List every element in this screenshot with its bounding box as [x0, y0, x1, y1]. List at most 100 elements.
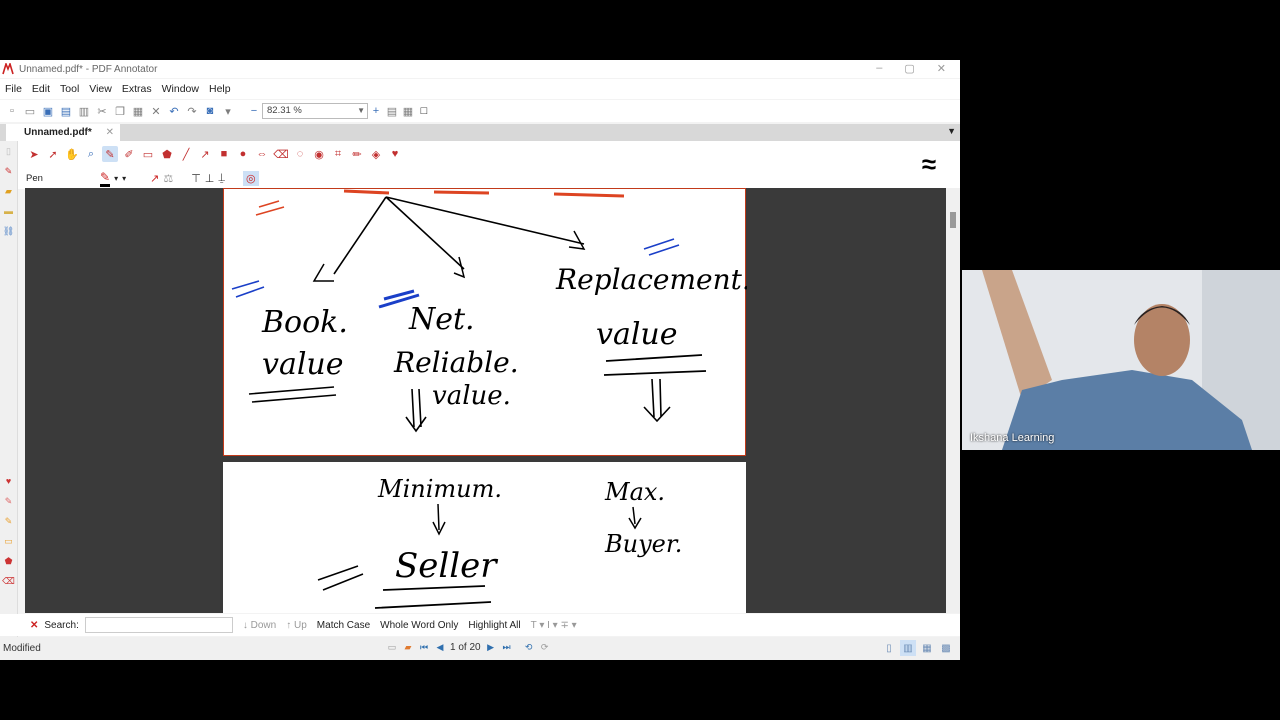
last-page-icon[interactable]: ⏭ [501, 641, 513, 653]
menu-help[interactable]: Help [204, 83, 236, 95]
rectangle-tool-icon[interactable]: ■ [216, 146, 232, 162]
camera-tool-icon[interactable]: ◉ [311, 146, 327, 162]
hw-replacement: Replacement. [555, 263, 747, 296]
continuous-view-icon[interactable]: ▥ [900, 640, 916, 656]
favorite-tool-icon[interactable]: ♥ [387, 146, 403, 162]
pdf-page-1[interactable]: Book. value Net. Reliable. value. Replac… [223, 188, 747, 456]
find-up-button[interactable]: ↑ Up [286, 620, 307, 631]
select-text-icon[interactable]: ➚ [45, 146, 61, 162]
menu-extras[interactable]: Extras [117, 83, 157, 95]
lasso-tool-icon[interactable]: ◌ [292, 146, 308, 162]
align-middle-icon[interactable]: ⊥ [205, 172, 215, 185]
stamp-icon[interactable]: ▾ [220, 103, 236, 119]
line-width-dropdown-icon[interactable]: ▾ [122, 174, 126, 183]
hand-icon[interactable]: ✋ [64, 146, 80, 162]
two-page-continuous-view-icon[interactable]: ▩ [938, 640, 954, 656]
signature-icon[interactable]: ≈ [912, 147, 946, 181]
binoculars-icon[interactable]: ◙ [202, 103, 218, 119]
save-icon[interactable]: ▣ [40, 103, 56, 119]
maximize-button[interactable]: ▢ [904, 62, 914, 75]
marker-tool-icon[interactable]: ✐ [121, 146, 137, 162]
new-document-icon[interactable]: ▫ [4, 103, 20, 119]
menu-edit[interactable]: Edit [27, 83, 55, 95]
redo-icon[interactable]: ↷ [184, 103, 200, 119]
menu-tool[interactable]: Tool [55, 83, 84, 95]
text-format-icon[interactable]: T ▾ I ▾ ∓ ▾ [531, 620, 577, 631]
menu-view[interactable]: View [84, 83, 117, 95]
whole-word-toggle[interactable]: Whole Word Only [380, 620, 458, 631]
forward-icon[interactable]: ⟳ [539, 641, 551, 653]
back-icon[interactable]: ⟲ [523, 641, 535, 653]
bookmark-sidebar-icon[interactable]: ▰ [0, 181, 17, 201]
undo-icon[interactable]: ↶ [166, 103, 182, 119]
pdf-page-2[interactable]: Minimum. Seller Max. Buyer. [223, 462, 746, 613]
line-tool-icon[interactable]: ╱ [178, 146, 194, 162]
open-folder-icon[interactable]: ▭ [22, 103, 38, 119]
smooth-pen-icon[interactable]: ↗ [150, 172, 159, 185]
delete-icon[interactable]: ✕ [148, 103, 164, 119]
zoom-out-icon[interactable]: − [246, 103, 262, 119]
find-down-button[interactable]: ↓ Down [243, 620, 276, 631]
pen-sidebar-icon[interactable]: ✎ [0, 161, 17, 181]
eraser-sidebar-icon[interactable]: ⌫ [0, 571, 17, 591]
align-top-icon[interactable]: ⊤ [191, 172, 201, 185]
pen-tool-icon[interactable]: ✎ [102, 146, 118, 162]
scrollbar-thumb[interactable] [950, 212, 956, 228]
shape-tool-icon[interactable]: ◈ [368, 146, 384, 162]
link-sidebar-icon[interactable]: ⛓ [0, 221, 17, 241]
paste-icon[interactable]: ▦ [130, 103, 146, 119]
marker-sidebar-icon[interactable]: ✎ [0, 491, 17, 511]
minimize-button[interactable]: – [876, 62, 882, 75]
align-bottom-icon[interactable]: ⍊ [218, 172, 225, 185]
menu-file[interactable]: File [0, 83, 27, 95]
zoom-in-icon[interactable]: + [368, 103, 384, 119]
single-page-view-icon[interactable]: ▯ [881, 640, 897, 656]
bookmark-nav-icon[interactable]: ▭ [386, 641, 398, 653]
match-case-toggle[interactable]: Match Case [317, 620, 370, 631]
zoom-select[interactable]: 82.31 % ▼ [262, 103, 368, 119]
highlight-all-toggle[interactable]: Highlight All [468, 620, 520, 631]
document-canvas[interactable]: Book. value Net. Reliable. value. Replac… [25, 188, 946, 613]
close-search-icon[interactable]: ✕ [30, 620, 38, 631]
select-arrow-icon[interactable]: ➤ [26, 146, 42, 162]
tab-unnamed-pdf[interactable]: Unnamed.pdf* ✕ [6, 124, 120, 141]
vertical-scrollbar[interactable] [946, 188, 960, 613]
pen-color-icon[interactable]: ✎ [100, 170, 111, 187]
arrow-tool-icon[interactable]: ↗ [197, 146, 213, 162]
next-page-icon[interactable]: ▶ [485, 641, 497, 653]
eraser-tool-icon[interactable]: ⌫ [273, 146, 289, 162]
fullscreen-icon[interactable]: □ [416, 103, 432, 119]
cut-icon[interactable]: ✂ [94, 103, 110, 119]
stamp-tool-icon[interactable]: ⬟ [159, 146, 175, 162]
two-page-view-icon[interactable]: ▦ [919, 640, 935, 656]
favorite-pen-icon[interactable]: ◎ [242, 171, 259, 186]
fit-page-icon[interactable]: ▦ [400, 103, 416, 119]
page-thumbnail-icon[interactable]: ▯ [0, 141, 17, 161]
fit-width-icon[interactable]: ▤ [384, 103, 400, 119]
print-icon[interactable]: ▥ [76, 103, 92, 119]
tab-list-chevron-icon[interactable]: ▼ [947, 126, 956, 136]
comment-sidebar-icon[interactable]: ▭ [0, 531, 17, 551]
first-page-icon[interactable]: ⏮ [418, 641, 430, 653]
crop-tool-icon[interactable]: ⌗ [330, 146, 346, 162]
textbox-tool-icon[interactable]: ▭ [140, 146, 156, 162]
favorite-sidebar-icon[interactable]: ♥ [0, 471, 17, 491]
save-as-icon[interactable]: ▤ [58, 103, 74, 119]
zoom-tool-icon[interactable]: ⌕ [83, 146, 99, 162]
close-window-button[interactable]: ✕ [937, 62, 946, 75]
menu-window[interactable]: Window [157, 83, 204, 95]
pressure-icon[interactable]: ⚖ [163, 172, 173, 185]
highlighter-tool-icon[interactable]: ✏ [349, 146, 365, 162]
search-input[interactable] [84, 617, 233, 633]
page-indicator[interactable]: 1 of 20 [450, 642, 481, 653]
measure-tool-icon[interactable]: ⇔ [254, 146, 270, 162]
highlight-sidebar-icon[interactable]: ▬ [0, 201, 17, 221]
marker-nav-icon[interactable]: ▰ [402, 641, 414, 653]
prev-page-icon[interactable]: ◀ [434, 641, 446, 653]
stamp-sidebar-icon[interactable]: ⬟ [0, 551, 17, 571]
tab-close-icon[interactable]: ✕ [106, 127, 114, 138]
highlighter-sidebar-icon[interactable]: ✎ [0, 511, 17, 531]
copy-icon[interactable]: ❐ [112, 103, 128, 119]
color-dropdown-icon[interactable]: ▾ [114, 174, 118, 183]
ellipse-tool-icon[interactable]: ● [235, 146, 251, 162]
